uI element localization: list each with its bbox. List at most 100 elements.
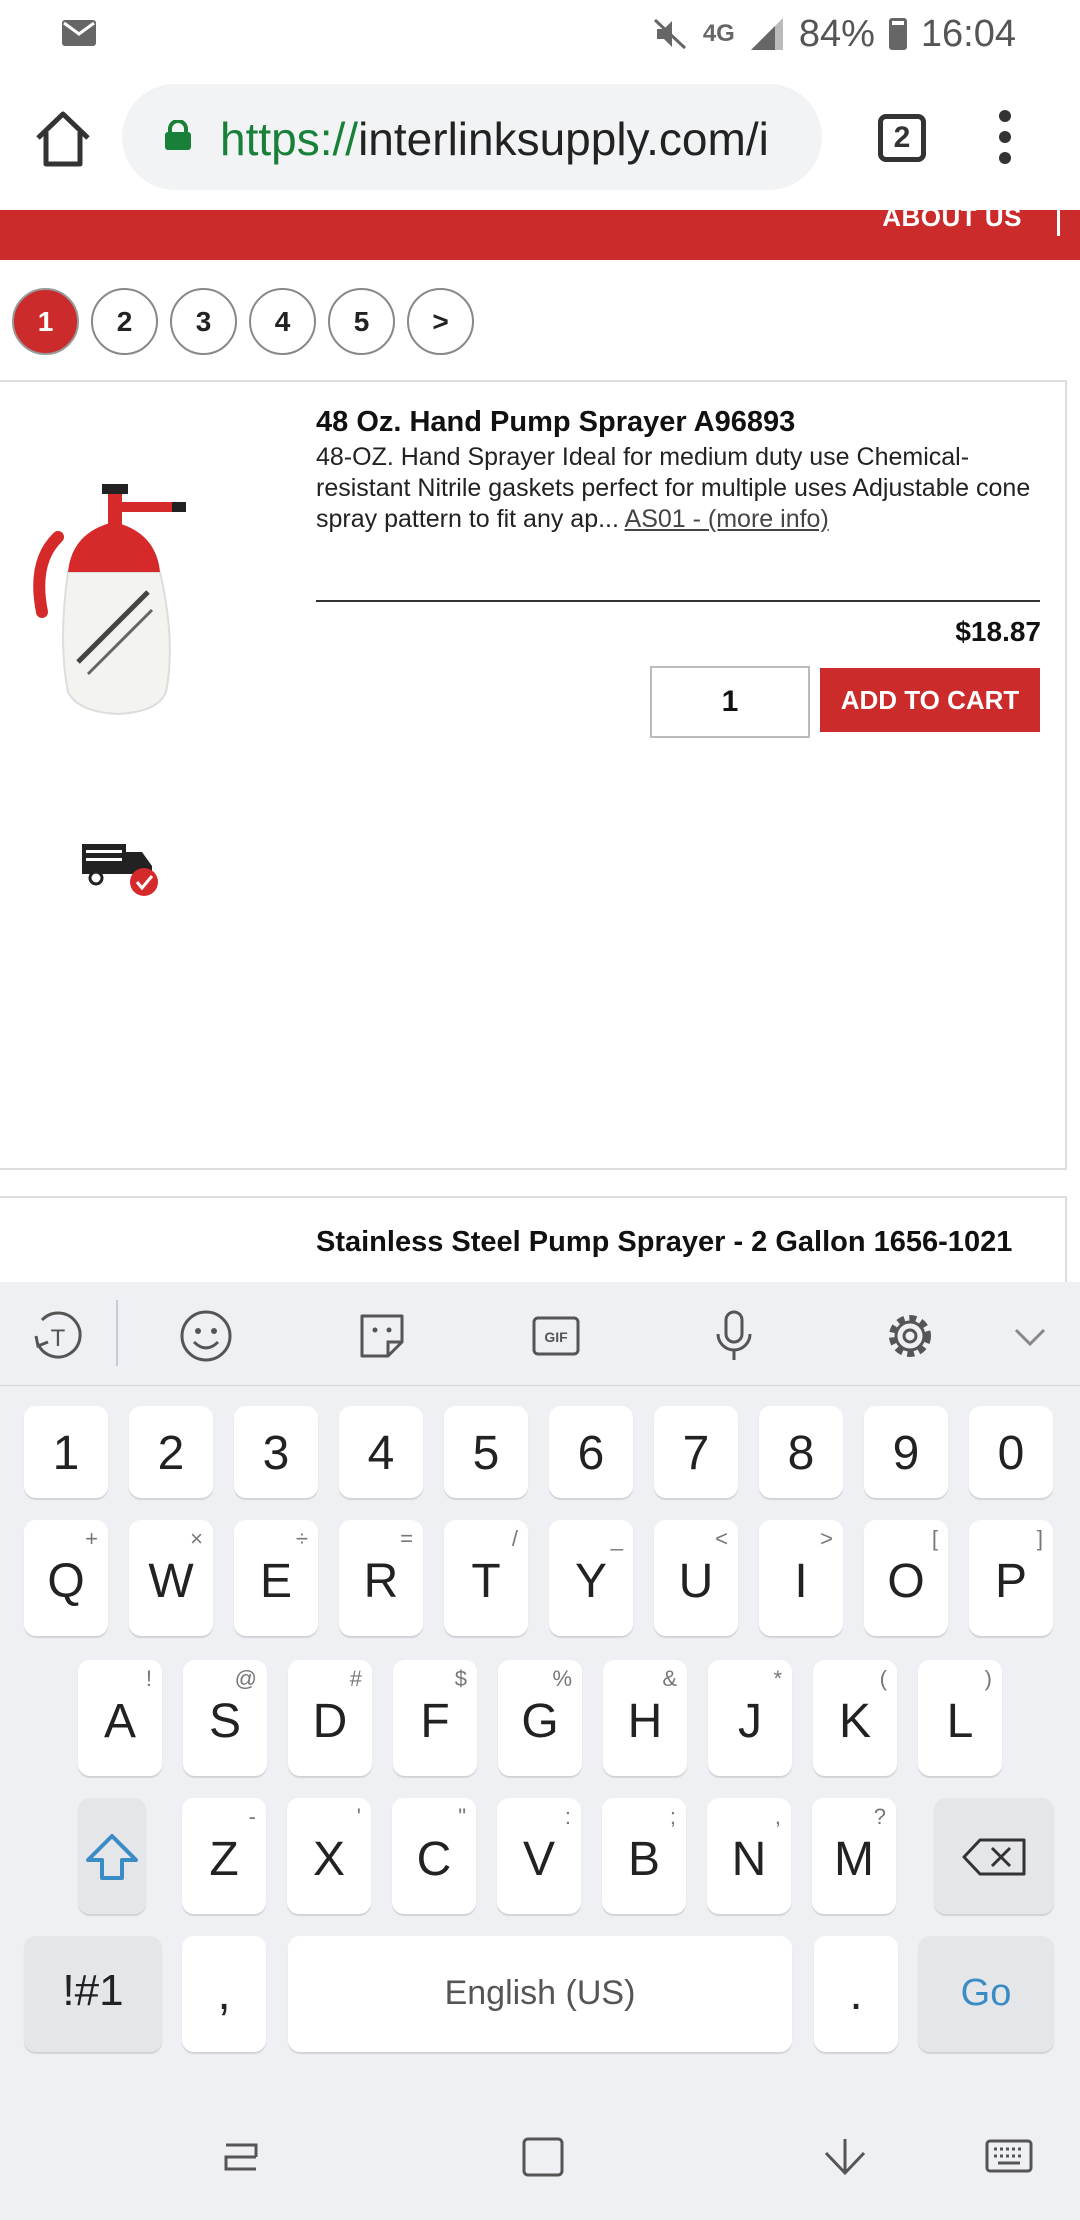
key-n[interactable]: N, — [707, 1798, 791, 1914]
key-i[interactable]: I > — [759, 1520, 843, 1636]
key-digit-4[interactable]: 4 — [339, 1406, 423, 1498]
product-title[interactable]: 48 Oz. Hand Pump Sprayer A96893 — [316, 406, 1036, 439]
key-alt-label: > — [820, 1526, 833, 1551]
quantity-input[interactable]: 1 — [650, 666, 810, 738]
home-icon[interactable] — [30, 106, 96, 172]
key-r[interactable]: R = — [339, 1520, 423, 1636]
key-l[interactable]: L) — [918, 1660, 1002, 1776]
key-digit-8[interactable]: 8 — [759, 1406, 843, 1498]
key-alt-label: @ — [234, 1666, 257, 1691]
key-alt-label: ) — [984, 1666, 992, 1691]
key-h[interactable]: H & — [603, 1660, 687, 1776]
symbols-key[interactable]: !#1 — [24, 1936, 162, 2052]
page-2-button[interactable]: 2 — [91, 288, 158, 355]
microphone-icon[interactable] — [704, 1306, 764, 1366]
key-alt-label: $ — [454, 1666, 467, 1691]
home-square-icon[interactable] — [518, 2135, 568, 2179]
key-g[interactable]: G% — [498, 1660, 582, 1776]
nav-about-us[interactable]: ABOUT US — [882, 202, 1022, 233]
key-label: E — [259, 1555, 292, 1608]
key-digit-6[interactable]: 6 — [549, 1406, 633, 1498]
key-digit-0[interactable]: 0 — [969, 1406, 1053, 1498]
comma-key[interactable]: , — [182, 1936, 266, 2052]
delivery-truck-icon — [82, 844, 158, 896]
key-alt-label: % — [552, 1666, 572, 1691]
period-key[interactable]: . — [814, 1936, 898, 2052]
next-page-button[interactable]: > — [407, 288, 474, 355]
settings-gear-icon[interactable] — [880, 1306, 940, 1366]
add-to-cart-button[interactable]: ADD TO CART — [820, 668, 1040, 732]
key-alt-label: & — [662, 1666, 677, 1691]
key-d[interactable]: D # — [288, 1660, 372, 1776]
key-x[interactable]: X ' — [287, 1798, 371, 1914]
key-alt-label: ; — [669, 1804, 676, 1829]
product-image[interactable] — [28, 462, 208, 722]
site-header-bar: ABOUT US — [0, 202, 1080, 260]
key-e[interactable]: E ÷ — [234, 1520, 318, 1636]
pagination: 1 2 3 4 5 > — [12, 288, 474, 355]
page-5-button[interactable]: 5 — [328, 288, 395, 355]
address-bar[interactable]: https://interlinksupply.com/i — [122, 84, 822, 190]
key-q[interactable]: Q + — [24, 1520, 108, 1636]
text-mode-icon[interactable]: T — [28, 1306, 88, 1366]
key-w[interactable]: W × — [129, 1520, 213, 1636]
key-label: J — [738, 1695, 762, 1748]
key-label: 7 — [682, 1427, 710, 1480]
key-digit-3[interactable]: 3 — [234, 1406, 318, 1498]
key-v[interactable]: V: — [497, 1798, 581, 1914]
sticker-icon[interactable] — [352, 1306, 412, 1366]
key-f[interactable]: F $ — [393, 1660, 477, 1776]
page-1-button[interactable]: 1 — [12, 288, 79, 355]
key-alt-label: # — [349, 1666, 362, 1691]
space-key[interactable]: English (US) — [288, 1936, 792, 2052]
keyboard-switch-icon[interactable] — [984, 2135, 1034, 2179]
gif-icon[interactable]: GIF — [526, 1306, 586, 1366]
screen: 4G 84% 16:04 https://interlinksupply.com… — [0, 0, 1080, 2220]
go-key[interactable]: Go — [918, 1936, 1054, 2052]
key-alt-label: ÷ — [295, 1526, 308, 1551]
overflow-menu-icon[interactable] — [990, 110, 1020, 170]
page-4-button[interactable]: 4 — [249, 288, 316, 355]
key-k[interactable]: K( — [813, 1660, 897, 1776]
product-price: $18.87 — [955, 616, 1041, 647]
key-digit-7[interactable]: 7 — [654, 1406, 738, 1498]
key-m[interactable]: M? — [812, 1798, 896, 1914]
clock: 16:04 — [920, 12, 1016, 55]
key-label: L — [946, 1695, 974, 1748]
key-o[interactable]: O[ — [864, 1520, 948, 1636]
recent-apps-icon[interactable] — [216, 2135, 266, 2179]
page-3-button[interactable]: 3 — [170, 288, 237, 355]
key-digit-5[interactable]: 5 — [444, 1406, 528, 1498]
key-j[interactable]: J * — [708, 1660, 792, 1776]
key-y[interactable]: Y _ — [549, 1520, 633, 1636]
key-c[interactable]: C " — [392, 1798, 476, 1914]
tab-switcher-button[interactable]: 2 — [878, 114, 926, 162]
key-alt-label: = — [400, 1526, 413, 1551]
key-digit-9[interactable]: 9 — [864, 1406, 948, 1498]
key-u[interactable]: U < — [654, 1520, 738, 1636]
key-a[interactable]: A! — [78, 1660, 162, 1776]
key-alt-label: , — [774, 1804, 781, 1829]
back-down-arrow-icon[interactable] — [820, 2135, 870, 2179]
key-digit-1[interactable]: 1 — [24, 1406, 108, 1498]
key-t[interactable]: T / — [444, 1520, 528, 1636]
more-info-link[interactable]: AS01 - (more info) — [625, 505, 829, 533]
emoji-icon[interactable] — [176, 1306, 236, 1366]
key-z[interactable]: Z- — [182, 1798, 266, 1914]
battery-icon — [888, 18, 907, 50]
key-digit-2[interactable]: 2 — [129, 1406, 213, 1498]
key-label: D — [312, 1695, 348, 1748]
key-label: S — [208, 1695, 241, 1748]
product-description: 48-OZ. Hand Sprayer Ideal for medium dut… — [316, 442, 1046, 535]
key-s[interactable]: S @ — [183, 1660, 267, 1776]
key-b[interactable]: B; — [602, 1798, 686, 1914]
key-alt-label: ' — [356, 1804, 361, 1829]
key-alt-label: ( — [879, 1666, 887, 1691]
key-p[interactable]: P] — [969, 1520, 1053, 1636]
shift-key[interactable] — [78, 1798, 146, 1914]
collapse-keyboard-icon[interactable] — [1000, 1306, 1060, 1366]
product-title[interactable]: Stainless Steel Pump Sprayer - 2 Gallon … — [316, 1224, 1036, 1260]
backspace-key[interactable] — [934, 1798, 1054, 1914]
key-label: X — [312, 1833, 345, 1886]
key-alt-label: [ — [931, 1526, 938, 1551]
